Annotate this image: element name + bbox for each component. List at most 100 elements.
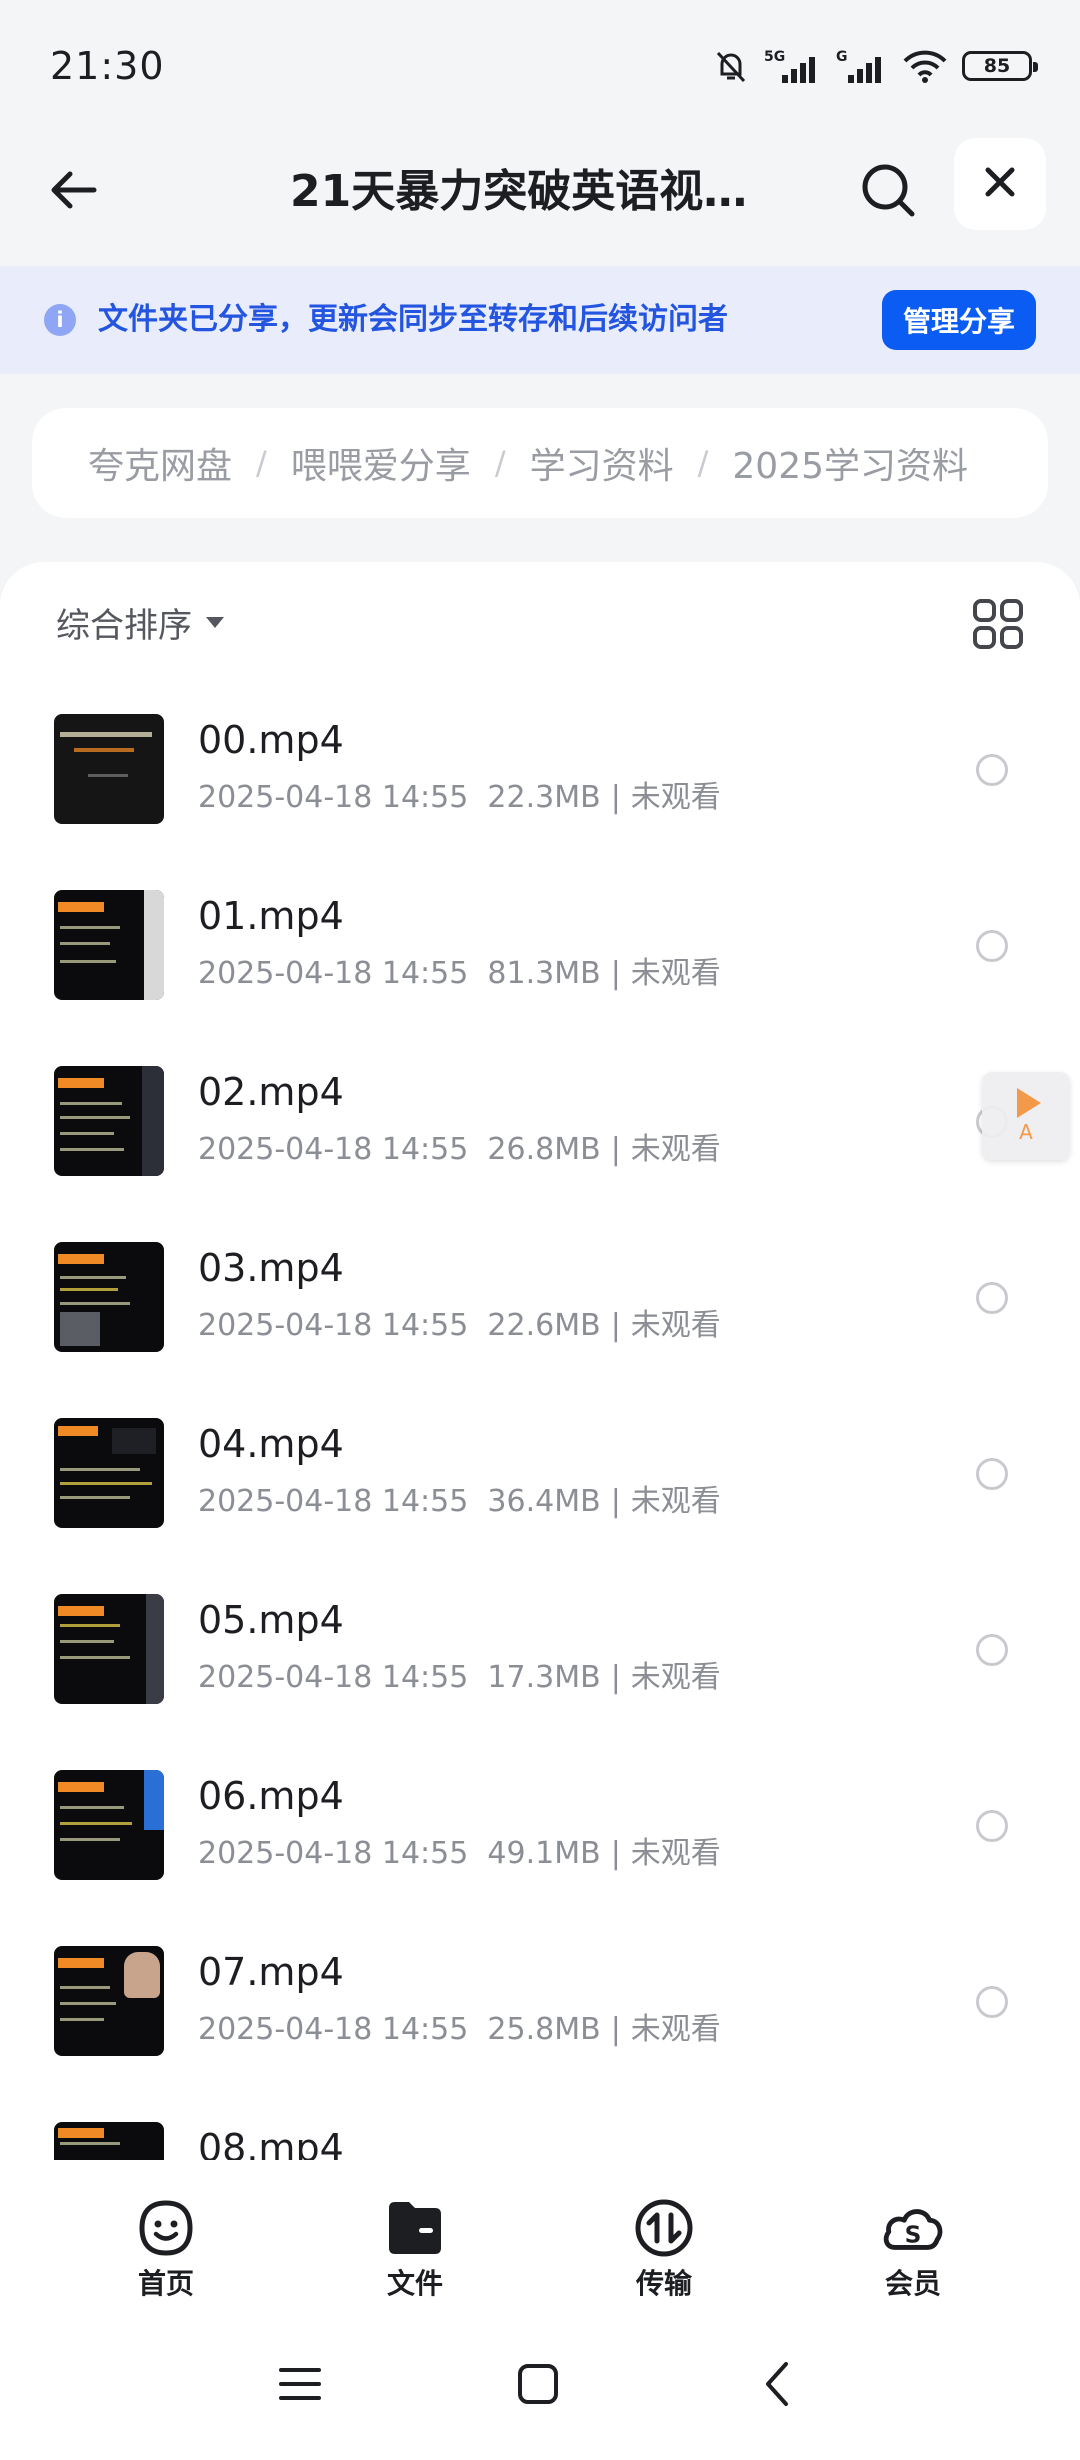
watch-status: 未观看 <box>630 2012 721 2047</box>
watch-status: 未观看 <box>630 1660 721 1695</box>
battery-icon: 85 <box>962 51 1038 81</box>
thumb-decor <box>146 1594 164 1704</box>
search-button[interactable] <box>852 156 924 228</box>
system-home-button[interactable] <box>508 2356 568 2416</box>
file-list: 00.mp4 2025-04-18 14:55 22.3MB | 未观看 01.mp… <box>0 680 1080 2162</box>
nav-item-home[interactable]: 首页 <box>96 2196 236 2306</box>
thumb-decor <box>60 1102 122 1105</box>
bottom-nav: 首页 文件 传输 S 会员 <box>0 2160 1080 2310</box>
breadcrumb-item-share[interactable]: 喂喂爱分享 <box>291 437 471 489</box>
thumb-decor <box>142 1066 164 1176</box>
close-icon <box>982 164 1018 204</box>
thumb-decor <box>124 1952 160 1998</box>
file-size: 17.3MB <box>487 1660 601 1695</box>
select-checkbox[interactable] <box>976 1810 1008 1842</box>
file-row[interactable]: 04.mp4 2025-04-18 14:55 36.4MB | 未观看 <box>0 1384 1080 1560</box>
manage-share-button[interactable]: 管理分享 <box>882 290 1036 350</box>
file-row[interactable]: 02.mp4 2025-04-18 14:55 26.8MB | 未观看 <box>0 1032 1080 1208</box>
thumb-decor <box>144 1770 164 1830</box>
file-date: 2025-04-18 14:55 <box>198 1484 469 1519</box>
smile-face-icon <box>134 2196 198 2260</box>
meta-separator: | <box>610 1484 621 1519</box>
file-row[interactable]: 07.mp4 2025-04-18 14:55 25.8MB | 未观看 <box>0 1912 1080 2088</box>
close-button[interactable] <box>954 138 1046 230</box>
video-thumbnail <box>54 1066 164 1176</box>
file-meta: 2025-04-18 14:55 49.1MB | 未观看 <box>198 1828 721 1872</box>
svg-text:S: S <box>905 2222 922 2249</box>
system-menu-button[interactable] <box>270 2356 330 2416</box>
file-panel: 综合排序 00.mp4 2025-04-18 14:55 22.3MB | 未观看 <box>0 562 1080 2162</box>
sort-dropdown[interactable]: 综合排序 <box>56 598 224 646</box>
nav-item-member[interactable]: S 会员 <box>843 2196 983 2306</box>
breadcrumb-item-root[interactable]: 夸克网盘 <box>88 437 232 489</box>
thumb-decor <box>60 2002 116 2005</box>
watch-status: 未观看 <box>630 1836 721 1871</box>
file-row[interactable]: 01.mp4 2025-04-18 14:55 81.3MB | 未观看 <box>0 856 1080 1032</box>
transfer-icon <box>632 2196 696 2260</box>
thumb-decor <box>60 1288 118 1291</box>
thumb-decor <box>60 2018 104 2021</box>
back-arrow-icon <box>46 162 102 222</box>
signal-g-icon: G <box>836 47 888 85</box>
file-size: 25.8MB <box>487 2012 601 2047</box>
share-banner: i 文件夹已分享，更新会同步至转存和后续访问者 管理分享 <box>0 266 1080 374</box>
thumb-decor <box>58 1606 104 1616</box>
watch-status: 未观看 <box>630 956 721 991</box>
file-meta: 2025-04-18 14:55 25.8MB | 未观看 <box>198 2004 721 2048</box>
grid-view-icon <box>972 599 1024 654</box>
status-icons: 5G G 85 <box>712 44 1038 88</box>
nav-item-files[interactable]: 文件 <box>345 2196 485 2306</box>
select-checkbox[interactable] <box>976 754 1008 786</box>
nav-item-transfer[interactable]: 传输 <box>594 2196 734 2306</box>
thumb-decor <box>60 1132 114 1135</box>
svg-text:5G: 5G <box>764 49 785 65</box>
svg-text:G: G <box>836 49 848 65</box>
thumb-decor <box>60 1640 114 1643</box>
select-checkbox[interactable] <box>976 1986 1008 2018</box>
breadcrumb-item-study[interactable]: 学习资料 <box>530 437 674 489</box>
file-size: 49.1MB <box>487 1836 601 1871</box>
file-row[interactable]: 00.mp4 2025-04-18 14:55 22.3MB | 未观看 <box>0 680 1080 856</box>
thumb-decor <box>60 1482 152 1485</box>
video-thumbnail <box>54 714 164 824</box>
thumb-decor <box>60 1496 130 1499</box>
breadcrumb-item-2025[interactable]: 2025学习资料 <box>732 437 968 489</box>
file-row[interactable]: 06.mp4 2025-04-18 14:55 49.1MB | 未观看 <box>0 1736 1080 1912</box>
thumb-decor <box>112 1428 156 1454</box>
select-checkbox[interactable] <box>976 930 1008 962</box>
file-size: 36.4MB <box>487 1484 601 1519</box>
back-button[interactable] <box>40 158 108 226</box>
thumb-decor <box>88 774 128 777</box>
file-date: 2025-04-18 14:55 <box>198 1660 469 1695</box>
thumb-decor <box>60 1986 110 1989</box>
thumb-decor <box>58 1078 104 1088</box>
file-row[interactable]: 05.mp4 2025-04-18 14:55 17.3MB | 未观看 <box>0 1560 1080 1736</box>
file-row[interactable]: 03.mp4 2025-04-18 14:55 22.6MB | 未观看 <box>0 1208 1080 1384</box>
thumb-decor <box>58 1254 104 1264</box>
thumb-decor <box>144 890 164 1000</box>
grid-view-button[interactable] <box>972 598 1024 650</box>
thumb-decor <box>60 1148 124 1151</box>
select-checkbox[interactable] <box>976 1458 1008 1490</box>
file-name: 00.mp4 <box>198 718 344 762</box>
system-back-button[interactable] <box>748 2356 808 2416</box>
meta-separator: | <box>610 1308 621 1343</box>
meta-separator: | <box>610 1660 621 1695</box>
thumb-decor <box>60 960 116 963</box>
thumb-decor <box>60 1312 100 1346</box>
file-date: 2025-04-18 14:55 <box>198 956 469 991</box>
thumb-decor <box>58 1426 98 1436</box>
video-thumbnail <box>54 1418 164 1528</box>
file-date: 2025-04-18 14:55 <box>198 1132 469 1167</box>
select-checkbox[interactable] <box>976 1634 1008 1666</box>
thumb-decor <box>60 942 110 945</box>
floating-player-button[interactable]: A <box>982 1072 1070 1160</box>
file-row[interactable]: 08.mp4 <box>0 2088 1080 2162</box>
thumb-decor <box>60 926 120 929</box>
select-checkbox[interactable] <box>976 1282 1008 1314</box>
header: 21天暴力突破英语视频… <box>0 130 1080 266</box>
share-status-text: 文件夹已分享，更新会同步至转存和后续访问者 <box>98 302 728 337</box>
home-square-icon <box>516 2362 560 2410</box>
video-thumbnail <box>54 1242 164 1352</box>
thumb-decor <box>60 1302 130 1305</box>
